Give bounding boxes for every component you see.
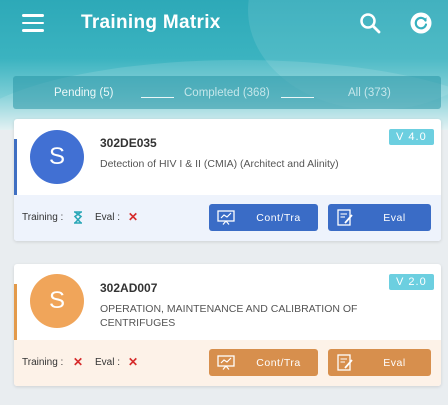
eval-button[interactable]: Eval [328,349,431,376]
tab-pending[interactable]: Pending (5) [54,87,113,99]
training-label: Training : [22,357,64,368]
avatar: S [30,274,84,328]
page-title: Training Matrix [81,12,221,33]
card-footer: Training : Eval : ✕ Cont/Tra Eval [14,195,441,241]
evaluation-icon [328,204,362,231]
card-accent-stripe [14,139,17,199]
version-badge: V 2.0 [389,274,434,290]
tab-divider [281,97,314,98]
training-code: 302AD007 [100,281,158,295]
eval-button[interactable]: Eval [328,204,431,231]
hamburger-icon[interactable] [22,14,44,32]
presentation-icon [209,349,243,376]
evaluation-icon [328,349,362,376]
eval-label: Eval : [95,212,121,223]
button-label: Cont/Tra [256,211,301,224]
card-footer: Training : ✕ Eval : ✕ Cont/Tra Eval [14,340,441,386]
cross-icon: ✕ [73,355,84,369]
training-card[interactable]: S 302AD007 OPERATION, MAINTENANCE AND CA… [14,264,441,386]
training-label: Training : [22,212,64,223]
cross-icon: ✕ [128,210,139,224]
hourglass-icon [73,211,83,224]
presentation-icon [209,204,243,231]
cross-icon: ✕ [128,355,139,369]
search-icon[interactable] [358,11,382,35]
button-label: Cont/Tra [256,356,301,369]
training-description: Detection of HIV I & II (CMIA) (Architec… [100,158,339,170]
training-card[interactable]: S 302DE035 Detection of HIV I & II (CMIA… [14,119,441,241]
eval-label: Eval : [95,357,121,368]
continue-training-button[interactable]: Cont/Tra [209,349,318,376]
tab-completed[interactable]: Completed (368) [184,87,270,99]
continue-training-button[interactable]: Cont/Tra [209,204,318,231]
card-accent-stripe [14,284,17,344]
button-label: Eval [383,211,406,224]
refresh-icon[interactable] [410,12,432,34]
tab-all[interactable]: All (373) [348,87,391,99]
app-header: Training Matrix Pending (5) Completed (3… [0,0,448,130]
button-label: Eval [383,356,406,369]
version-badge: V 4.0 [389,129,434,145]
training-code: 302DE035 [100,136,157,150]
avatar: S [30,130,84,184]
tab-divider [141,97,174,98]
tab-bar: Pending (5) Completed (368) All (373) [13,76,441,109]
training-description: OPERATION, MAINTENANCE AND CALIBRATION O… [100,303,358,329]
